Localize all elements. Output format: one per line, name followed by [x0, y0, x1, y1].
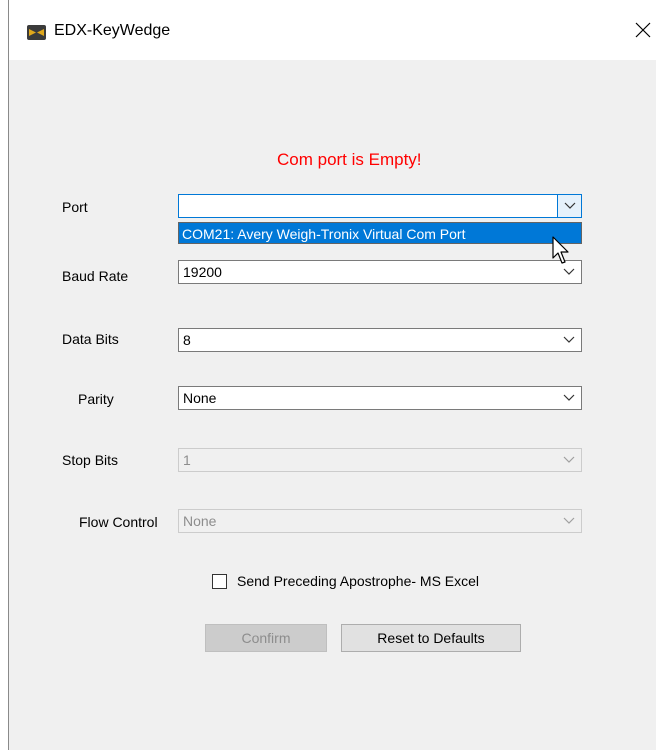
send-apostrophe-label[interactable]: Send Preceding Apostrophe- MS Excel	[237, 573, 479, 589]
close-icon	[635, 22, 651, 38]
parity-value: None	[183, 390, 217, 406]
port-dropdown-button[interactable]	[557, 195, 581, 217]
flow-control-value: None	[183, 513, 217, 529]
chevron-down-icon	[563, 336, 575, 343]
stop-bits-label: Stop Bits	[62, 452, 119, 468]
chevron-down-icon	[563, 456, 575, 463]
window-bottom-edge	[9, 740, 656, 750]
stop-bits-combobox: 1	[178, 448, 582, 472]
reset-defaults-button[interactable]: Reset to Defaults	[341, 624, 521, 652]
mouse-pointer-icon	[552, 236, 569, 264]
data-bits-dropdown-button[interactable]	[557, 329, 581, 351]
chevron-down-icon	[563, 517, 575, 524]
parity-combobox[interactable]: None	[178, 386, 582, 410]
baud-rate-value: 19200	[183, 264, 222, 280]
port-label: Port	[62, 199, 88, 215]
window-title: EDX-KeyWedge	[54, 22, 171, 39]
stop-bits-dropdown-button	[557, 449, 581, 471]
data-bits-combobox[interactable]: 8	[178, 328, 582, 352]
keywedge-app-icon	[27, 25, 46, 40]
close-button[interactable]	[631, 16, 655, 44]
flow-control-combobox: None	[178, 509, 582, 533]
data-bits-value: 8	[183, 332, 191, 348]
port-option[interactable]: COM21: Avery Weigh-Tronix Virtual Com Po…	[182, 226, 465, 242]
port-dropdown-list: COM21: Avery Weigh-Tronix Virtual Com Po…	[178, 222, 582, 244]
stop-bits-value: 1	[183, 452, 191, 468]
chevron-down-icon	[563, 394, 575, 401]
baud-rate-combobox[interactable]: 19200	[178, 260, 582, 284]
port-combobox[interactable]	[178, 194, 582, 218]
app-window: EDX-KeyWedge Com port is Empty! Port COM…	[8, 0, 656, 750]
baud-rate-label: Baud Rate	[62, 268, 129, 284]
title-bar: EDX-KeyWedge	[9, 0, 656, 60]
parity-dropdown-button[interactable]	[557, 387, 581, 409]
send-apostrophe-checkbox[interactable]	[212, 574, 227, 589]
flow-control-dropdown-button	[557, 510, 581, 532]
parity-label: Parity	[78, 391, 114, 407]
error-message: Com port is Empty!	[277, 150, 422, 169]
chevron-down-icon	[563, 268, 575, 275]
data-bits-label: Data Bits	[62, 331, 119, 347]
flow-control-label: Flow Control	[79, 514, 158, 530]
chevron-down-icon	[564, 202, 575, 209]
confirm-button: Confirm	[205, 624, 327, 652]
